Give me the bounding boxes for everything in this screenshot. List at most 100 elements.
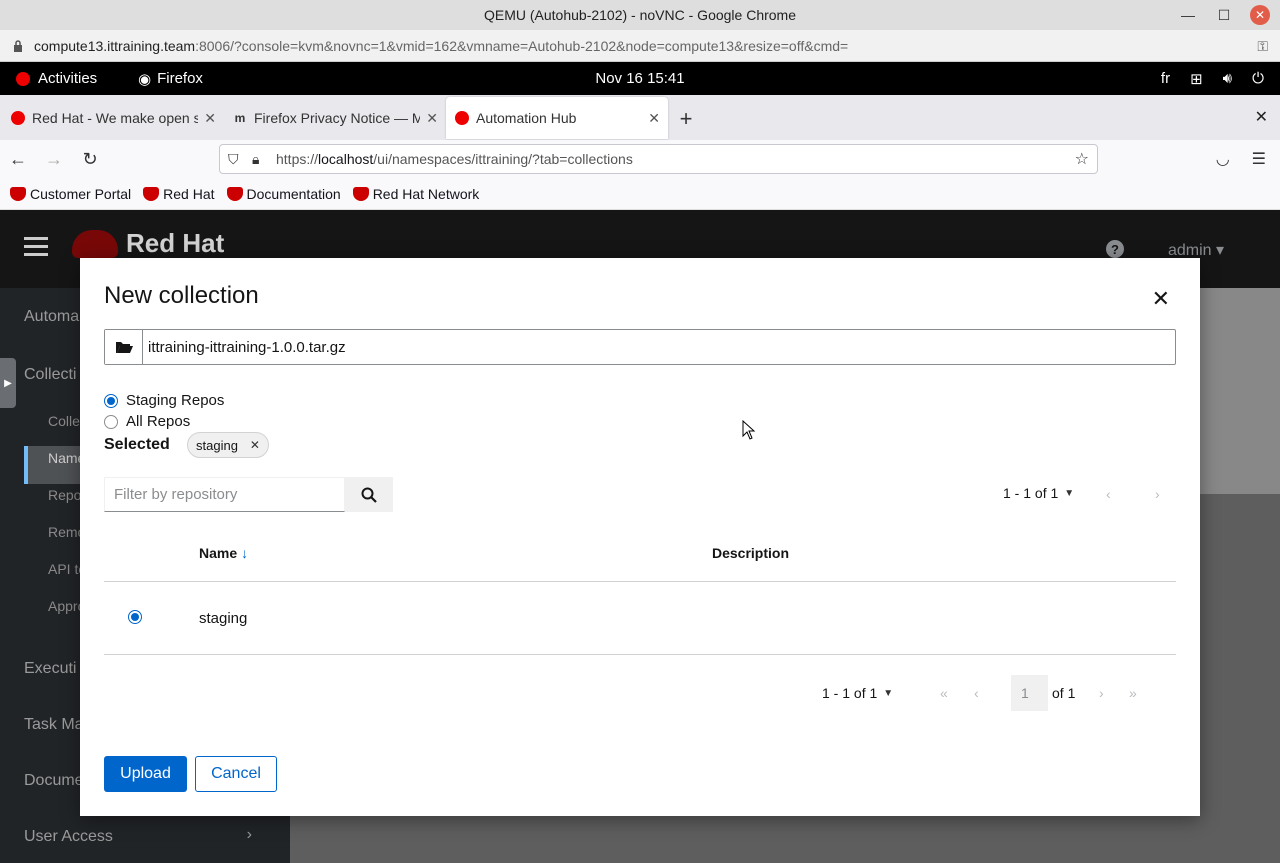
selected-label: Selected bbox=[104, 436, 170, 453]
sidebar-item-documentation[interactable]: Docume bbox=[24, 772, 84, 790]
maximize-icon[interactable]: ☐ bbox=[1214, 5, 1234, 25]
close-window-icon[interactable]: ✕ bbox=[1250, 5, 1270, 25]
url-path: /ui/namespaces/ittraining/?tab=collectio… bbox=[373, 151, 633, 167]
shield-icon[interactable]: ⛉ bbox=[228, 151, 244, 168]
row-select-radio[interactable] bbox=[128, 610, 142, 624]
redhat-hat-icon bbox=[72, 229, 118, 258]
column-label: Name bbox=[199, 545, 238, 561]
pagination-top-toggle[interactable]: 1 - 1 of 1 ▼ bbox=[1003, 485, 1074, 501]
forward-arrow-icon[interactable]: → bbox=[36, 149, 72, 170]
folder-open-icon[interactable] bbox=[105, 330, 143, 364]
page-number-input[interactable]: 1 bbox=[1011, 675, 1048, 711]
redhat-icon bbox=[16, 71, 30, 86]
search-icon bbox=[361, 487, 377, 503]
window-controls: — ☐ ✕ bbox=[1178, 5, 1270, 25]
volume-icon[interactable]: 🔊︎ bbox=[1223, 70, 1232, 87]
back-arrow-icon[interactable]: ← bbox=[0, 149, 36, 170]
tab-automation-hub[interactable]: Automation Hub ✕ bbox=[446, 97, 668, 139]
activities-label: Activities bbox=[38, 70, 98, 87]
radio-label: Staging Repos bbox=[126, 392, 225, 409]
bookmark-documentation[interactable]: Documentation bbox=[226, 186, 341, 202]
redhat-favicon-icon bbox=[352, 186, 369, 201]
column-header-description[interactable]: Description bbox=[712, 545, 789, 561]
caret-down-icon: ▼ bbox=[883, 687, 894, 699]
divider bbox=[104, 654, 1176, 655]
activities-button[interactable]: Activities bbox=[16, 70, 97, 87]
file-name: ittraining-ittraining-1.0.0.tar.gz bbox=[148, 338, 346, 356]
redhat-favicon-icon bbox=[10, 110, 26, 126]
chip-label: staging bbox=[196, 437, 238, 453]
upload-button[interactable]: Upload bbox=[104, 756, 187, 792]
radio-staging-repos[interactable]: Staging Repos bbox=[104, 392, 224, 409]
hamburger-icon[interactable] bbox=[24, 237, 48, 261]
redhat-favicon-icon bbox=[143, 186, 160, 201]
chrome-url-rest: :8006/?console=kvm&novnc=1&vmid=162&vmna… bbox=[195, 37, 849, 54]
url-host: localhost bbox=[318, 151, 374, 167]
gnome-top-bar: Activities ◉ Firefox Nov 16 15:41 fr ⊞ 🔊… bbox=[0, 62, 1280, 95]
column-header-name[interactable]: Name ↓ bbox=[199, 545, 248, 561]
radio-button[interactable] bbox=[104, 393, 118, 408]
menu-icon[interactable]: ☰ bbox=[1252, 149, 1266, 169]
file-upload-field[interactable]: ittraining-ittraining-1.0.0.tar.gz bbox=[104, 329, 1176, 365]
logo-text: Red Hat bbox=[126, 228, 225, 258]
keyboard-layout[interactable]: fr bbox=[1161, 70, 1170, 87]
sidebar-item-automation[interactable]: Automa bbox=[24, 308, 79, 326]
firefox-nav-bar: ← → ↻ ⛉ 🔒︎ https://localhost/ui/namespac… bbox=[0, 140, 1280, 178]
close-tab-icon[interactable]: ✕ bbox=[204, 110, 216, 127]
search-button[interactable] bbox=[345, 477, 393, 512]
power-icon[interactable]: ⏻ bbox=[1252, 70, 1264, 87]
first-page-icon[interactable]: « bbox=[940, 685, 948, 701]
radio-all-repos[interactable]: All Repos bbox=[104, 413, 190, 430]
chrome-address-bar[interactable]: compute13.ittraining.team:8006/?console=… bbox=[0, 30, 1280, 62]
radio-button[interactable] bbox=[104, 414, 118, 429]
sidebar-item-user-access[interactable]: User Access bbox=[24, 828, 113, 846]
help-icon[interactable]: ? bbox=[1106, 240, 1124, 258]
lock-icon[interactable]: 🔒︎ bbox=[252, 151, 268, 168]
user-menu[interactable]: admin ▾ bbox=[1168, 240, 1224, 260]
tab-title: Automation Hub bbox=[476, 110, 577, 126]
toolbar-right: ◡ ☰ bbox=[1216, 149, 1266, 169]
bookmark-star-icon[interactable]: ☆ bbox=[1075, 149, 1089, 169]
close-firefox-icon[interactable]: ✕ bbox=[1255, 107, 1268, 127]
sidebar-sub-repositories[interactable]: Repo bbox=[48, 487, 81, 503]
sidebar-sub-collections[interactable]: Colle bbox=[48, 413, 80, 429]
next-page-icon[interactable]: › bbox=[1155, 486, 1160, 502]
page-of-label: of 1 bbox=[1052, 685, 1076, 701]
sidebar-item-execution[interactable]: Executi bbox=[24, 660, 76, 678]
app-menu-firefox[interactable]: ◉ Firefox bbox=[138, 70, 203, 88]
mozilla-favicon-icon: m bbox=[234, 111, 246, 125]
radio-label: All Repos bbox=[126, 413, 191, 430]
chip-remove-icon[interactable]: ✕ bbox=[250, 438, 260, 452]
prev-page-icon[interactable]: ‹ bbox=[974, 685, 979, 701]
system-tray[interactable]: fr ⊞ 🔊︎ ⏻ bbox=[1161, 70, 1264, 88]
prev-page-icon[interactable]: ‹ bbox=[1106, 486, 1111, 502]
pocket-icon[interactable]: ◡ bbox=[1216, 149, 1230, 169]
user-name: admin bbox=[1167, 242, 1212, 259]
last-page-icon[interactable]: » bbox=[1129, 685, 1137, 701]
new-tab-button[interactable]: + bbox=[668, 98, 704, 140]
close-icon[interactable]: ✕ bbox=[1152, 288, 1170, 310]
url-bar[interactable]: ⛉ 🔒︎ https://localhost/ui/namespaces/itt… bbox=[219, 144, 1098, 174]
tab-privacy-notice[interactable]: m Firefox Privacy Notice — Mozilla ✕ bbox=[224, 97, 446, 139]
sidebar-toggle-icon[interactable]: ▶ bbox=[0, 358, 16, 408]
bookmark-red-hat-network[interactable]: Red Hat Network bbox=[352, 185, 480, 202]
sidebar-item-collections[interactable]: Collecti bbox=[24, 366, 76, 384]
tab-redhat[interactable]: Red Hat - We make open source ✕ bbox=[2, 97, 224, 139]
bookmark-customer-portal[interactable]: Customer Portal bbox=[10, 186, 131, 202]
chrome-title-bar: QEMU (Autohub-2102) - noVNC - Google Chr… bbox=[0, 0, 1280, 30]
key-icon[interactable]: ⚿ bbox=[1257, 38, 1268, 55]
next-page-icon[interactable]: › bbox=[1099, 685, 1104, 701]
pagination-bottom-toggle[interactable]: 1 - 1 of 1 ▼ bbox=[822, 685, 893, 701]
network-icon[interactable]: ⊞ bbox=[1190, 70, 1203, 88]
bookmark-red-hat[interactable]: Red Hat bbox=[143, 186, 215, 202]
filter-repository-input[interactable] bbox=[104, 477, 345, 512]
bookmark-label: Red Hat Network bbox=[372, 185, 480, 202]
close-tab-icon[interactable]: ✕ bbox=[426, 110, 438, 127]
window-title: QEMU (Autohub-2102) - noVNC - Google Chr… bbox=[483, 7, 797, 23]
close-tab-icon[interactable]: ✕ bbox=[648, 110, 660, 127]
cancel-button[interactable]: Cancel bbox=[195, 756, 277, 792]
minimize-icon[interactable]: — bbox=[1178, 5, 1198, 25]
sidebar-item-task-management[interactable]: Task Ma bbox=[24, 716, 84, 734]
caret-down-icon: ▼ bbox=[1064, 487, 1075, 499]
reload-icon[interactable]: ↻ bbox=[72, 149, 108, 170]
